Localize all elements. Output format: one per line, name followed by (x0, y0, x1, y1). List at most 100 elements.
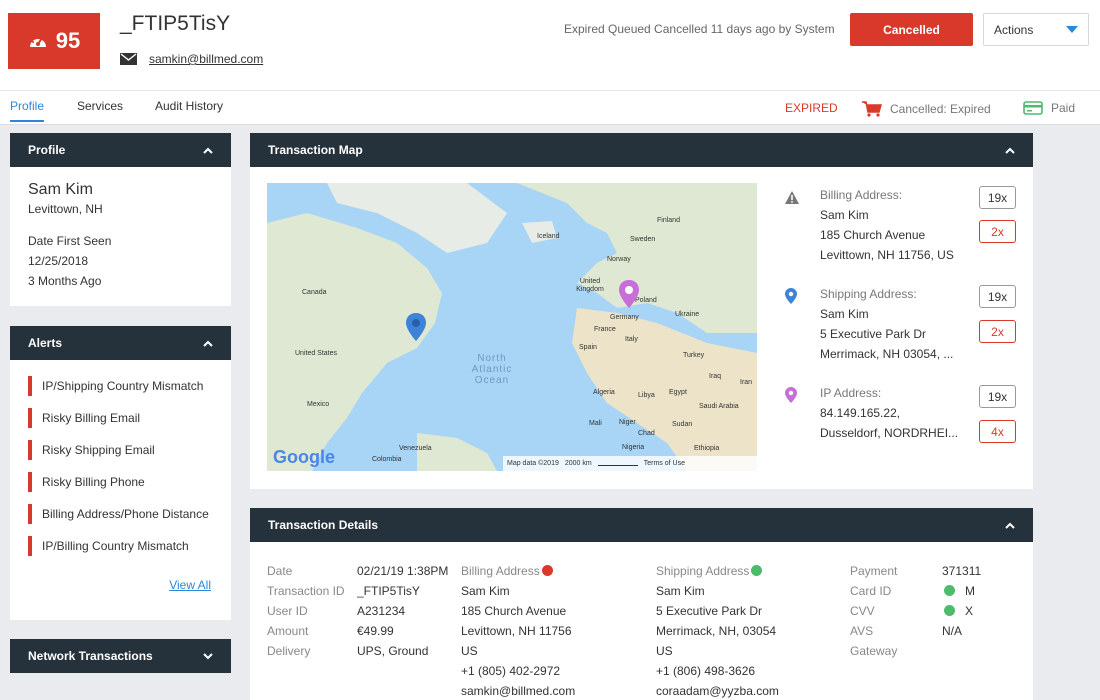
tab-audit-history[interactable]: Audit History (155, 99, 223, 113)
map-label-iran: Iran (740, 379, 753, 386)
transaction-header: 95 _FTIP5TisY samkin@billmed.com Expired… (0, 0, 1100, 91)
expired-label: EXPIRED (785, 101, 838, 115)
profile-panel-header[interactable]: Profile (10, 133, 231, 167)
paid-status: Paid (1023, 101, 1075, 115)
cancelled-expired-status: Cancelled: Expired (862, 101, 991, 117)
network-transactions-header[interactable]: Network Transactions (10, 639, 231, 673)
transaction-map-header[interactable]: Transaction Map (250, 133, 1033, 167)
shipping-address-line: 5 Executive Park Dr (820, 327, 927, 341)
alert-item: Billing Address/Phone Distance (28, 504, 213, 536)
detail-value: UPS, Ground (357, 644, 429, 658)
shipping-detail-line: Merrimack, NH, 03054 (656, 624, 777, 638)
transaction-details-header[interactable]: Transaction Details (250, 508, 1033, 542)
tab-profile[interactable]: Profile (10, 99, 45, 122)
map-label-sudan: Sudan (672, 421, 693, 428)
shopping-cart-icon (862, 101, 882, 117)
payment-label: Card ID (850, 584, 892, 598)
shipping-detail-line: Sam Kim (656, 584, 705, 598)
transaction-map-panel: Transaction Map Canada United States Mex… (250, 133, 1033, 489)
alerts-panel: Alerts IP/Shipping Country Mismatch Risk… (10, 326, 231, 620)
transaction-map[interactable]: Canada United States Mexico Venezuela Co… (267, 183, 757, 471)
details-values-column: 02/21/19 1:38PM _FTIP5TisY A231234 €49.9… (357, 561, 449, 661)
shipping-address-heading: Shipping Address (656, 561, 779, 581)
chevron-up-icon[interactable] (203, 147, 213, 154)
payment-avs: X (942, 601, 981, 621)
shipping-count-badge[interactable]: 19x (979, 285, 1016, 308)
shipping-detail-line: +1 (806) 498-3626 (656, 664, 756, 678)
customer-email[interactable]: samkin@billmed.com (120, 52, 263, 66)
map-label-norway: Norway (607, 256, 631, 263)
billing-detail-line: Levittown, NH 11756 (461, 624, 572, 638)
detail-label: Delivery (267, 644, 311, 658)
alerts-panel-header[interactable]: Alerts (10, 326, 231, 360)
transaction-status-text: Expired Queued Cancelled 11 days ago by … (564, 22, 835, 36)
profile-panel: Profile Sam Kim Levittown, NH Date First… (10, 133, 231, 306)
shipping-map-pin-icon[interactable] (406, 313, 426, 341)
map-label-nigeria: Nigeria (622, 444, 645, 451)
billing-detail-line: US (461, 644, 478, 658)
map-label-canada: Canada (302, 289, 327, 296)
chevron-up-icon[interactable] (1005, 147, 1015, 154)
shipping-address-block: Shipping Address: Sam Kim 5 Executive Pa… (820, 284, 953, 364)
ocean-line: Atlantic (471, 364, 513, 375)
cancelled-status-button[interactable]: Cancelled (850, 13, 973, 46)
map-label-niger: Niger (619, 419, 636, 426)
transaction-map-title: Transaction Map (268, 143, 363, 157)
map-label-mali: Mali (589, 420, 602, 427)
billing-detail-line: samkin@billmed.com (461, 684, 576, 698)
map-terms-link[interactable]: Terms of Use (644, 460, 685, 467)
shipping-status-dot (751, 565, 763, 576)
caret-down-icon (1066, 25, 1078, 33)
first-seen-ago: 3 Months Ago (28, 274, 102, 288)
detail-value: 02/21/19 1:38PM (357, 564, 449, 578)
expired-status: EXPIRED (785, 101, 838, 115)
cvv-status-dot (944, 585, 955, 596)
detail-value: A231234 (357, 604, 406, 618)
billing-count-badge[interactable]: 2x (979, 220, 1016, 243)
location-pin-icon (785, 288, 797, 304)
shipping-detail-line: coraadam@yyzba.com (656, 684, 779, 698)
customer-email-link[interactable]: samkin@billmed.com (149, 52, 263, 66)
ip-count-badge[interactable]: 4x (979, 420, 1016, 443)
detail-label: Transaction ID (267, 584, 345, 598)
map-label-colombia: Colombia (372, 456, 402, 463)
alert-item: IP/Billing Country Mismatch (28, 536, 213, 568)
map-label-ukraine: Ukraine (675, 311, 700, 318)
network-transactions-panel: Network Transactions (10, 639, 231, 673)
payment-values-column: 371311 M X N/A (942, 561, 981, 641)
tab-services[interactable]: Services (77, 99, 123, 113)
risk-score-badge: 95 (8, 13, 100, 69)
tab-bar: Profile Services Audit History EXPIRED C… (0, 91, 1100, 125)
ip-address-block: IP Address: 84.149.165.22, Dusseldorf, N… (820, 383, 958, 443)
avs-status-dot (944, 605, 955, 616)
actions-dropdown[interactable]: Actions (983, 13, 1089, 46)
billing-address-column: Billing Address Sam Kim 185 Church Avenu… (461, 561, 575, 700)
billing-address-line: Levittown, NH 11756, US (820, 248, 954, 262)
map-label-ethiopia: Ethiopia (694, 445, 720, 452)
ip-count-badge[interactable]: 19x (979, 385, 1016, 408)
shipping-count-badge[interactable]: 2x (979, 320, 1016, 343)
ip-map-pin-icon[interactable] (619, 280, 639, 308)
view-all-alerts-link[interactable]: View All (169, 578, 211, 592)
billing-count-badge[interactable]: 19x (979, 186, 1016, 209)
transaction-id-title: _FTIP5TisY (120, 12, 231, 35)
customer-name: Sam Kim (28, 181, 93, 198)
ip-address-line: 84.149.165.22, (820, 406, 901, 420)
alert-item: IP/Shipping Country Mismatch (28, 376, 213, 408)
chevron-up-icon[interactable] (203, 340, 213, 347)
billing-address-heading: Billing Address (461, 561, 575, 581)
envelope-icon (120, 53, 137, 65)
map-label-libya: Libya (638, 392, 655, 399)
shipping-address-column: Shipping Address Sam Kim 5 Executive Par… (656, 561, 779, 700)
payment-value: M (965, 584, 975, 598)
billing-detail-line: 185 Church Avenue (461, 604, 567, 618)
chevron-down-icon[interactable] (203, 652, 213, 660)
payment-labels-column: Payment Card ID CVV AVS Gateway (850, 561, 897, 661)
billing-address-block: Billing Address: Sam Kim 185 Church Aven… (820, 185, 954, 265)
shipping-address-line: Sam Kim (820, 307, 869, 321)
chevron-up-icon[interactable] (1005, 522, 1015, 529)
map-label-ocean: North Atlantic Ocean (462, 353, 522, 386)
warning-icon (785, 191, 799, 204)
billing-address-line: 185 Church Avenue (820, 228, 926, 242)
map-label-saudi-arabia: Saudi Arabia (699, 403, 739, 410)
